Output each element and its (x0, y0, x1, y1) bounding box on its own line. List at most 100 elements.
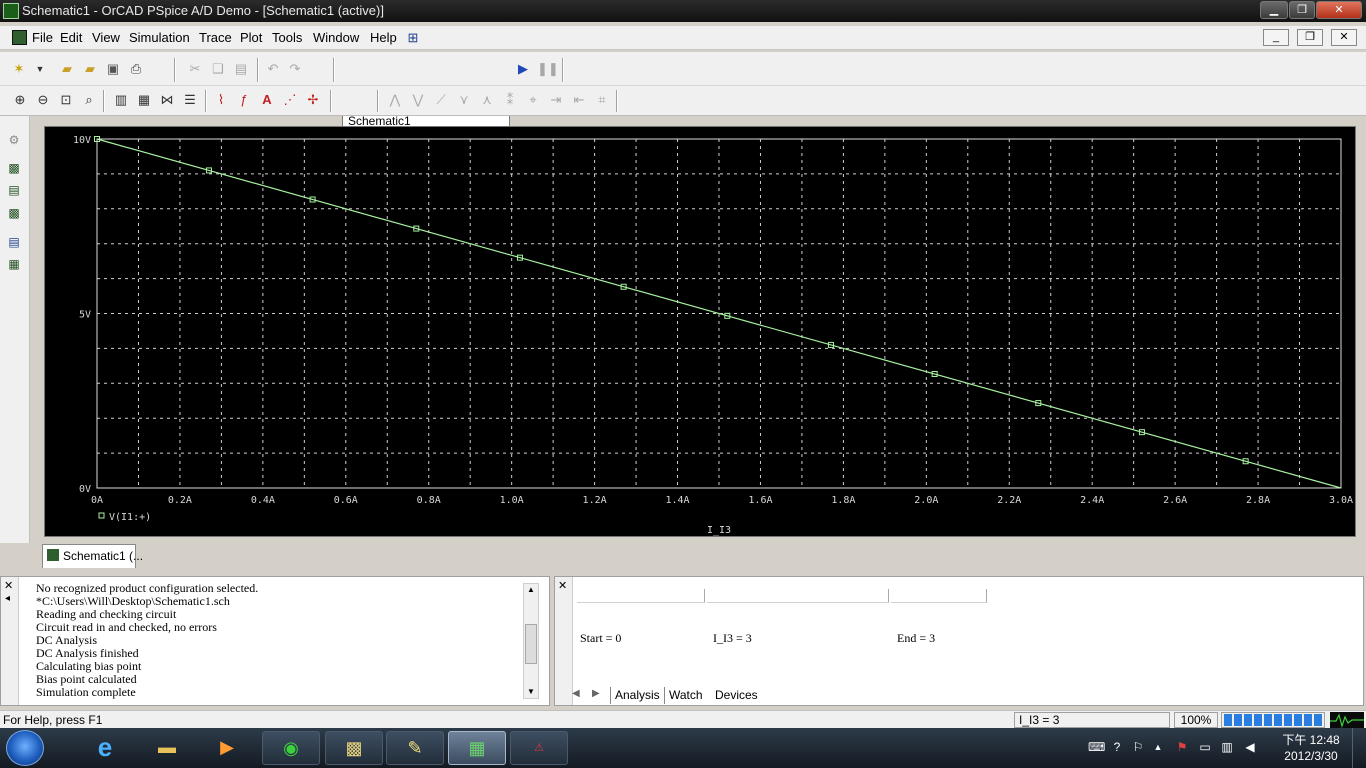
power-icon[interactable]: ▭ (1198, 740, 1212, 754)
simulation-settings-icon[interactable]: ▦ (6, 256, 22, 272)
zoom-area-icon[interactable]: ⊡ (57, 91, 75, 109)
x-tick-label: 1.4A (665, 495, 689, 506)
scroll-up-icon[interactable]: ▲ (527, 585, 535, 594)
taskbar-app-error-icon[interactable]: ⚠ (510, 731, 568, 765)
cursor-peak-icon[interactable]: ⋀ (386, 91, 404, 109)
print-icon[interactable]: ⎙ (127, 60, 145, 78)
menu-plot[interactable]: Plot (240, 30, 262, 45)
start-button[interactable] (6, 730, 44, 766)
output-file-icon[interactable]: ▤ (6, 234, 22, 250)
progress-block (1254, 714, 1262, 726)
cursor-min-icon[interactable]: ⋎ (455, 91, 473, 109)
performance-analysis-icon[interactable]: ⋈ (158, 91, 176, 109)
help-icon[interactable]: ? (1110, 740, 1124, 754)
app-icon[interactable] (3, 3, 19, 19)
fourier-icon[interactable]: ▦ (135, 91, 153, 109)
netlist-icon[interactable]: ▤ (6, 182, 22, 198)
cursor-search-icon[interactable]: ⌖ (524, 91, 542, 109)
status-bar: For Help, press F1 I_I3 = 3 100% (0, 710, 1366, 729)
cursor-point-icon[interactable]: ⁑ (501, 91, 519, 109)
save-icon[interactable]: ▣ (104, 60, 122, 78)
scroll-thumb[interactable] (525, 624, 537, 664)
menu-view[interactable]: View (92, 30, 120, 45)
paste-icon[interactable]: ▤ (232, 60, 250, 78)
standard-toolbar: ✶ ▼ ▰ ▰ ▣ ⎙ ✂ ❏ ▤ ↶ ↷ Schematic1 ▶ ❚❚ (0, 52, 1366, 130)
menu-simulation[interactable]: Simulation (129, 30, 190, 45)
document-icon[interactable] (12, 30, 27, 45)
cut-icon[interactable]: ✂ (186, 60, 204, 78)
previous-transition-icon[interactable]: ⇤ (570, 91, 588, 109)
scroll-down-icon[interactable]: ▼ (527, 687, 535, 696)
gear-icon[interactable]: ⚙ (6, 132, 22, 148)
cursor-trough-icon[interactable]: ⋁ (409, 91, 427, 109)
volume-icon[interactable]: ◀ (1243, 740, 1257, 754)
menu-window[interactable]: Window (313, 30, 359, 45)
log-x-axis-icon[interactable]: ▥ (112, 91, 130, 109)
chevron-right-icon[interactable]: ▶ (592, 688, 600, 699)
tab-devices[interactable]: Devices (711, 687, 762, 704)
pause-icon[interactable]: ❚❚ (537, 60, 559, 78)
taskbar-app-sync-icon[interactable]: ◉ (262, 731, 320, 765)
tab-analysis[interactable]: Analysis (610, 687, 665, 704)
mdi-restore-button[interactable]: ❐ (1297, 29, 1323, 46)
menu-edit[interactable]: Edit (60, 30, 82, 45)
cursor-max-icon[interactable]: ⋏ (478, 91, 496, 109)
show-desktop-button[interactable] (1352, 728, 1366, 768)
language-icon[interactable]: ⚐ (1131, 740, 1145, 754)
chevron-left-icon[interactable]: ◂ (5, 593, 10, 604)
tab-watch[interactable]: Watch (665, 687, 707, 704)
menu-trace[interactable]: Trace (199, 30, 232, 45)
x-tick-label: 1.2A (583, 495, 607, 506)
show-hidden-icons-icon[interactable]: ▲ (1151, 740, 1165, 754)
network-icon[interactable]: ▥ (1220, 740, 1234, 754)
add-trace-icon[interactable]: ⌇ (212, 91, 230, 109)
x-tick-label: 2.4A (1080, 495, 1104, 506)
chevron-down-icon[interactable]: ▼ (31, 60, 49, 78)
minimize-button[interactable]: ▁ (1260, 1, 1288, 19)
mark-label-icon[interactable]: ⌗ (593, 91, 611, 109)
mdi-close-button[interactable]: ✕ (1331, 29, 1357, 46)
log-y-axis-icon[interactable]: ☰ (181, 91, 199, 109)
undo-icon[interactable]: ↶ (264, 60, 282, 78)
schematic-icon[interactable]: ▩ (6, 160, 22, 176)
media-player-icon[interactable]: ▶ (198, 731, 256, 765)
menu-help[interactable]: Help (370, 30, 397, 45)
plot-window-icon[interactable]: ▩ (6, 205, 22, 221)
keyboard-icon[interactable]: ⌨ (1088, 740, 1105, 754)
taskbar-app-schematics-icon[interactable]: ▩ (325, 731, 383, 765)
cursor-slope-icon[interactable]: ⟋ (432, 91, 450, 109)
output-scrollbar[interactable]: ▲ ▼ (523, 583, 539, 699)
tab-schematic1[interactable]: Schematic1 (... (42, 544, 143, 568)
eval-goal-function-icon[interactable]: ƒ (235, 91, 253, 109)
redo-icon[interactable]: ↷ (286, 60, 304, 78)
internet-explorer-icon[interactable]: e (76, 731, 134, 765)
close-button[interactable]: ✕ (1316, 1, 1362, 19)
context-help-icon[interactable]: ⊞ (404, 29, 422, 47)
system-clock[interactable]: 下午 12:48 2012/3/30 (1278, 732, 1344, 764)
mdi-minimize-button[interactable]: _ (1263, 29, 1289, 46)
copy-icon[interactable]: ❏ (209, 60, 227, 78)
maximize-button[interactable]: ❐ (1289, 1, 1315, 19)
next-transition-icon[interactable]: ⇥ (547, 91, 565, 109)
grid-header-cell (891, 589, 987, 603)
text-label-icon[interactable]: A (258, 91, 276, 109)
chevron-left-icon[interactable]: ◀ (572, 688, 580, 699)
action-center-icon[interactable]: ⚑ (1175, 740, 1189, 754)
zoom-fit-icon[interactable]: ⌕ (80, 91, 98, 109)
cursor-toggle-icon[interactable]: ✢ (304, 91, 322, 109)
close-icon[interactable]: ✕ (558, 579, 567, 592)
plot-window[interactable]: 0A 0.2A 0.4A 0.6A 0.8A 1.0A 1.2A 1.4A 1.6A 1.8A 2.… (44, 126, 1356, 537)
taskbar-app-pspice-icon[interactable]: ▦ (448, 731, 506, 765)
zoom-out-icon[interactable]: ⊖ (34, 91, 52, 109)
menu-tools[interactable]: Tools (272, 30, 302, 45)
close-icon[interactable]: ✕ (4, 579, 13, 592)
zoom-in-icon[interactable]: ⊕ (11, 91, 29, 109)
menu-file[interactable]: File (32, 30, 53, 45)
file-explorer-icon[interactable]: ▬ (138, 731, 196, 765)
run-icon[interactable]: ▶ (514, 60, 532, 78)
open-file-icon[interactable]: ▰ (81, 60, 99, 78)
open-folder-icon[interactable]: ▰ (58, 60, 76, 78)
new-icon[interactable]: ✶ (10, 60, 28, 78)
taskbar-app-editor-icon[interactable]: ✎ (386, 731, 444, 765)
cursor-icon[interactable]: ⋰ (281, 91, 299, 109)
